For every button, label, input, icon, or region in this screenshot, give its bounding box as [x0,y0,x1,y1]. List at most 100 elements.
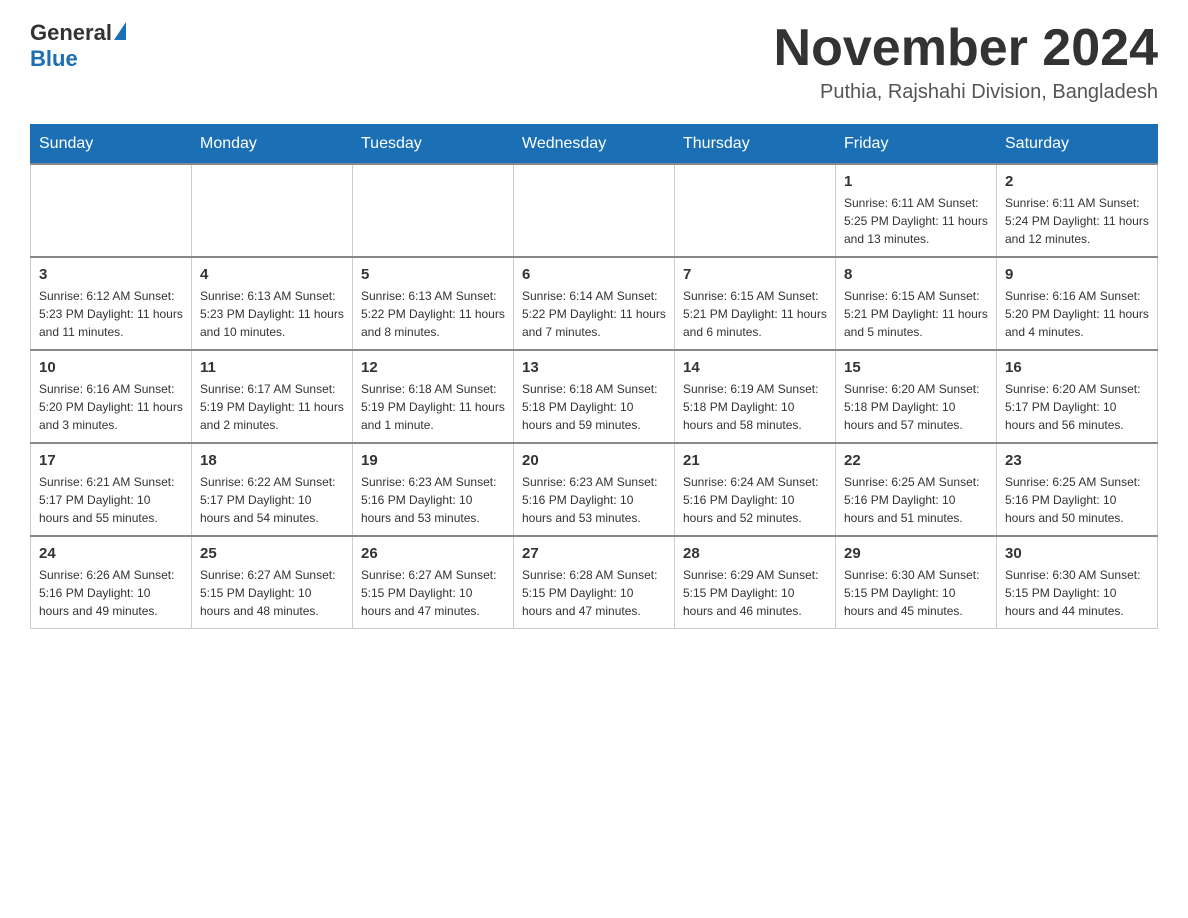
day-info: Sunrise: 6:11 AM Sunset: 5:24 PM Dayligh… [1005,194,1149,248]
day-of-week-header: Sunday [31,125,192,165]
day-of-week-header: Friday [836,125,997,165]
day-number: 12 [361,359,505,376]
calendar-cell: 5 Sunrise: 6:13 AM Sunset: 5:22 PM Daylig… [353,257,514,350]
calendar-cell: 14 Sunrise: 6:19 AM Sunset: 5:18 PM Dayli… [675,350,836,443]
calendar-header: SundayMondayTuesdayWednesdayThursdayFrid… [31,125,1158,165]
calendar-cell: 6 Sunrise: 6:14 AM Sunset: 5:22 PM Daylig… [514,257,675,350]
day-info: Sunrise: 6:25 AM Sunset: 5:16 PM Dayligh… [1005,473,1149,527]
day-info: Sunrise: 6:13 AM Sunset: 5:23 PM Dayligh… [200,287,344,341]
day-number: 15 [844,359,988,376]
calendar-cell [514,164,675,257]
calendar-cell: 10 Sunrise: 6:16 AM Sunset: 5:20 PM Dayli… [31,350,192,443]
calendar-week-row: 10 Sunrise: 6:16 AM Sunset: 5:20 PM Dayli… [31,350,1158,443]
day-info: Sunrise: 6:19 AM Sunset: 5:18 PM Dayligh… [683,380,827,434]
day-info: Sunrise: 6:15 AM Sunset: 5:21 PM Dayligh… [844,287,988,341]
calendar-cell [675,164,836,257]
calendar-cell: 3 Sunrise: 6:12 AM Sunset: 5:23 PM Daylig… [31,257,192,350]
day-number: 6 [522,266,666,283]
calendar-cell: 21 Sunrise: 6:24 AM Sunset: 5:16 PM Dayli… [675,443,836,536]
calendar-cell: 29 Sunrise: 6:30 AM Sunset: 5:15 PM Dayli… [836,536,997,629]
day-number: 17 [39,452,183,469]
calendar-cell: 27Sunrise: 6:28 AM Sunset: 5:15 PM Dayli… [514,536,675,629]
page-header: General Blue November 2024 Puthia, Rajsh… [30,20,1158,104]
day-info: Sunrise: 6:23 AM Sunset: 5:16 PM Dayligh… [522,473,666,527]
day-number: 2 [1005,173,1149,190]
day-of-week-header: Tuesday [353,125,514,165]
calendar-cell: 9 Sunrise: 6:16 AM Sunset: 5:20 PM Daylig… [997,257,1158,350]
day-number: 27 [522,545,666,562]
day-number: 23 [1005,452,1149,469]
day-info: Sunrise: 6:23 AM Sunset: 5:16 PM Dayligh… [361,473,505,527]
calendar-cell: 7Sunrise: 6:15 AM Sunset: 5:21 PM Daylig… [675,257,836,350]
day-number: 11 [200,359,344,376]
day-of-week-header: Monday [192,125,353,165]
day-info: Sunrise: 6:27 AM Sunset: 5:15 PM Dayligh… [200,566,344,620]
calendar-week-row: 1 Sunrise: 6:11 AM Sunset: 5:25 PM Daylig… [31,164,1158,257]
day-number: 25 [200,545,344,562]
calendar-cell [192,164,353,257]
day-number: 29 [844,545,988,562]
day-info: Sunrise: 6:22 AM Sunset: 5:17 PM Dayligh… [200,473,344,527]
day-number: 19 [361,452,505,469]
day-number: 5 [361,266,505,283]
day-number: 24 [39,545,183,562]
days-of-week-row: SundayMondayTuesdayWednesdayThursdayFrid… [31,125,1158,165]
calendar-table: SundayMondayTuesdayWednesdayThursdayFrid… [30,124,1158,629]
day-number: 9 [1005,266,1149,283]
calendar-week-row: 3 Sunrise: 6:12 AM Sunset: 5:23 PM Daylig… [31,257,1158,350]
calendar-cell: 12Sunrise: 6:18 AM Sunset: 5:19 PM Dayli… [353,350,514,443]
day-info: Sunrise: 6:16 AM Sunset: 5:20 PM Dayligh… [39,380,183,434]
day-number: 22 [844,452,988,469]
calendar-cell: 30Sunrise: 6:30 AM Sunset: 5:15 PM Dayli… [997,536,1158,629]
calendar-cell: 24 Sunrise: 6:26 AM Sunset: 5:16 PM Dayli… [31,536,192,629]
day-info: Sunrise: 6:20 AM Sunset: 5:18 PM Dayligh… [844,380,988,434]
day-of-week-header: Saturday [997,125,1158,165]
day-info: Sunrise: 6:18 AM Sunset: 5:18 PM Dayligh… [522,380,666,434]
day-number: 13 [522,359,666,376]
calendar-cell: 2 Sunrise: 6:11 AM Sunset: 5:24 PM Daylig… [997,164,1158,257]
day-number: 10 [39,359,183,376]
day-info: Sunrise: 6:30 AM Sunset: 5:15 PM Dayligh… [1005,566,1149,620]
day-info: Sunrise: 6:20 AM Sunset: 5:17 PM Dayligh… [1005,380,1149,434]
logo-blue-text: Blue [30,46,78,72]
logo-triangle-icon [114,22,126,40]
day-info: Sunrise: 6:26 AM Sunset: 5:16 PM Dayligh… [39,566,183,620]
calendar-week-row: 17Sunrise: 6:21 AM Sunset: 5:17 PM Dayli… [31,443,1158,536]
day-info: Sunrise: 6:17 AM Sunset: 5:19 PM Dayligh… [200,380,344,434]
calendar-cell: 23 Sunrise: 6:25 AM Sunset: 5:16 PM Dayli… [997,443,1158,536]
month-title: November 2024 [774,20,1158,77]
day-info: Sunrise: 6:11 AM Sunset: 5:25 PM Dayligh… [844,194,988,248]
day-info: Sunrise: 6:30 AM Sunset: 5:15 PM Dayligh… [844,566,988,620]
calendar-cell [31,164,192,257]
day-number: 16 [1005,359,1149,376]
logo-general-text: General [30,20,112,46]
calendar-cell: 4 Sunrise: 6:13 AM Sunset: 5:23 PM Daylig… [192,257,353,350]
location-title: Puthia, Rajshahi Division, Bangladesh [774,81,1158,104]
day-number: 14 [683,359,827,376]
day-number: 3 [39,266,183,283]
day-info: Sunrise: 6:16 AM Sunset: 5:20 PM Dayligh… [1005,287,1149,341]
calendar-cell: 28Sunrise: 6:29 AM Sunset: 5:15 PM Dayli… [675,536,836,629]
day-number: 4 [200,266,344,283]
calendar-cell: 1 Sunrise: 6:11 AM Sunset: 5:25 PM Daylig… [836,164,997,257]
day-info: Sunrise: 6:13 AM Sunset: 5:22 PM Dayligh… [361,287,505,341]
day-info: Sunrise: 6:24 AM Sunset: 5:16 PM Dayligh… [683,473,827,527]
day-info: Sunrise: 6:12 AM Sunset: 5:23 PM Dayligh… [39,287,183,341]
calendar-cell: 18 Sunrise: 6:22 AM Sunset: 5:17 PM Dayli… [192,443,353,536]
logo: General Blue [30,20,126,72]
day-info: Sunrise: 6:29 AM Sunset: 5:15 PM Dayligh… [683,566,827,620]
day-number: 1 [844,173,988,190]
calendar-body: 1 Sunrise: 6:11 AM Sunset: 5:25 PM Daylig… [31,164,1158,629]
calendar-week-row: 24 Sunrise: 6:26 AM Sunset: 5:16 PM Dayli… [31,536,1158,629]
calendar-cell: 8Sunrise: 6:15 AM Sunset: 5:21 PM Daylig… [836,257,997,350]
day-number: 7 [683,266,827,283]
calendar-cell: 15 Sunrise: 6:20 AM Sunset: 5:18 PM Dayli… [836,350,997,443]
day-info: Sunrise: 6:14 AM Sunset: 5:22 PM Dayligh… [522,287,666,341]
title-block: November 2024 Puthia, Rajshahi Division,… [774,20,1158,104]
calendar-cell: 26Sunrise: 6:27 AM Sunset: 5:15 PM Dayli… [353,536,514,629]
calendar-cell: 22Sunrise: 6:25 AM Sunset: 5:16 PM Dayli… [836,443,997,536]
day-number: 26 [361,545,505,562]
calendar-cell: 20Sunrise: 6:23 AM Sunset: 5:16 PM Dayli… [514,443,675,536]
day-number: 18 [200,452,344,469]
day-number: 21 [683,452,827,469]
